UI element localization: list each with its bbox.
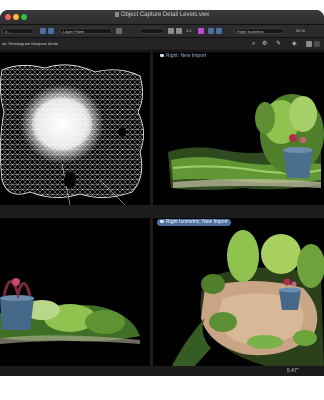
projection-icon[interactable] [176,28,182,34]
view-toolbar: 3 ... Layer Plane 1:1 Right Isometric 30… [0,25,324,38]
class-icon[interactable] [48,28,54,34]
coordinate-readout: 5.47" [287,368,299,374]
document-icon [114,12,119,17]
visualization-icon[interactable] [198,28,204,34]
camera-icon [160,220,164,223]
tool-option-bar: sh: Rectangular Marquee Mode ⌕ ⚙ ✎ ◈ [0,38,324,51]
standard-view-field[interactable]: Right Isometric [234,28,284,34]
camera-icon [160,54,164,57]
app-window: Object Capture Detail Levels.vwx 3 ... L… [0,10,324,376]
layer-plane-icon[interactable] [116,28,122,34]
scale-label: 1:1 [186,28,192,33]
scan-model-front-view [0,278,140,344]
zoom-label: 30 % [296,28,306,33]
tool-mode-label: sh: Rectangular Marquee Mode [2,41,59,46]
gear-icon[interactable]: ⚙ [262,41,267,47]
light-icon[interactable] [208,28,214,34]
render-mode-icon[interactable] [168,28,174,34]
viewport-front[interactable] [0,218,150,368]
title-bar: Object Capture Detail Levels.vwx [0,10,324,25]
desktop-background [0,376,324,400]
flyover-icon[interactable] [306,41,312,47]
viewport-right[interactable]: Right: New Import [153,52,324,205]
status-bar: 5.47" [0,366,324,376]
sidebar-toggle-icon[interactable] [314,41,320,47]
viewport-top[interactable] [0,52,150,205]
layers-icon[interactable] [40,28,46,34]
viewport-right-isometric[interactable]: Right Isometric: New Import [153,218,324,368]
camera-icon[interactable] [216,28,222,34]
pencil-icon[interactable]: ✎ [276,41,281,47]
window-title: Object Capture Detail Levels.vwx [0,12,324,18]
class-field[interactable]: Layer Plane [60,28,112,34]
viewport-label-right-isometric[interactable]: Right Isometric: New Import [157,219,231,226]
scan-model-right-view [168,94,324,190]
active-layer-field[interactable]: 3 ... [2,28,34,34]
scan-model-isometric-view [171,230,324,368]
zoom-icon[interactable]: ⌕ [252,41,255,47]
view-options-field[interactable] [140,28,164,34]
wireframe-mesh-top-view [0,64,144,205]
viewport-label-right[interactable]: Right: New Import [157,53,209,60]
cube-icon[interactable]: ◈ [292,41,297,47]
